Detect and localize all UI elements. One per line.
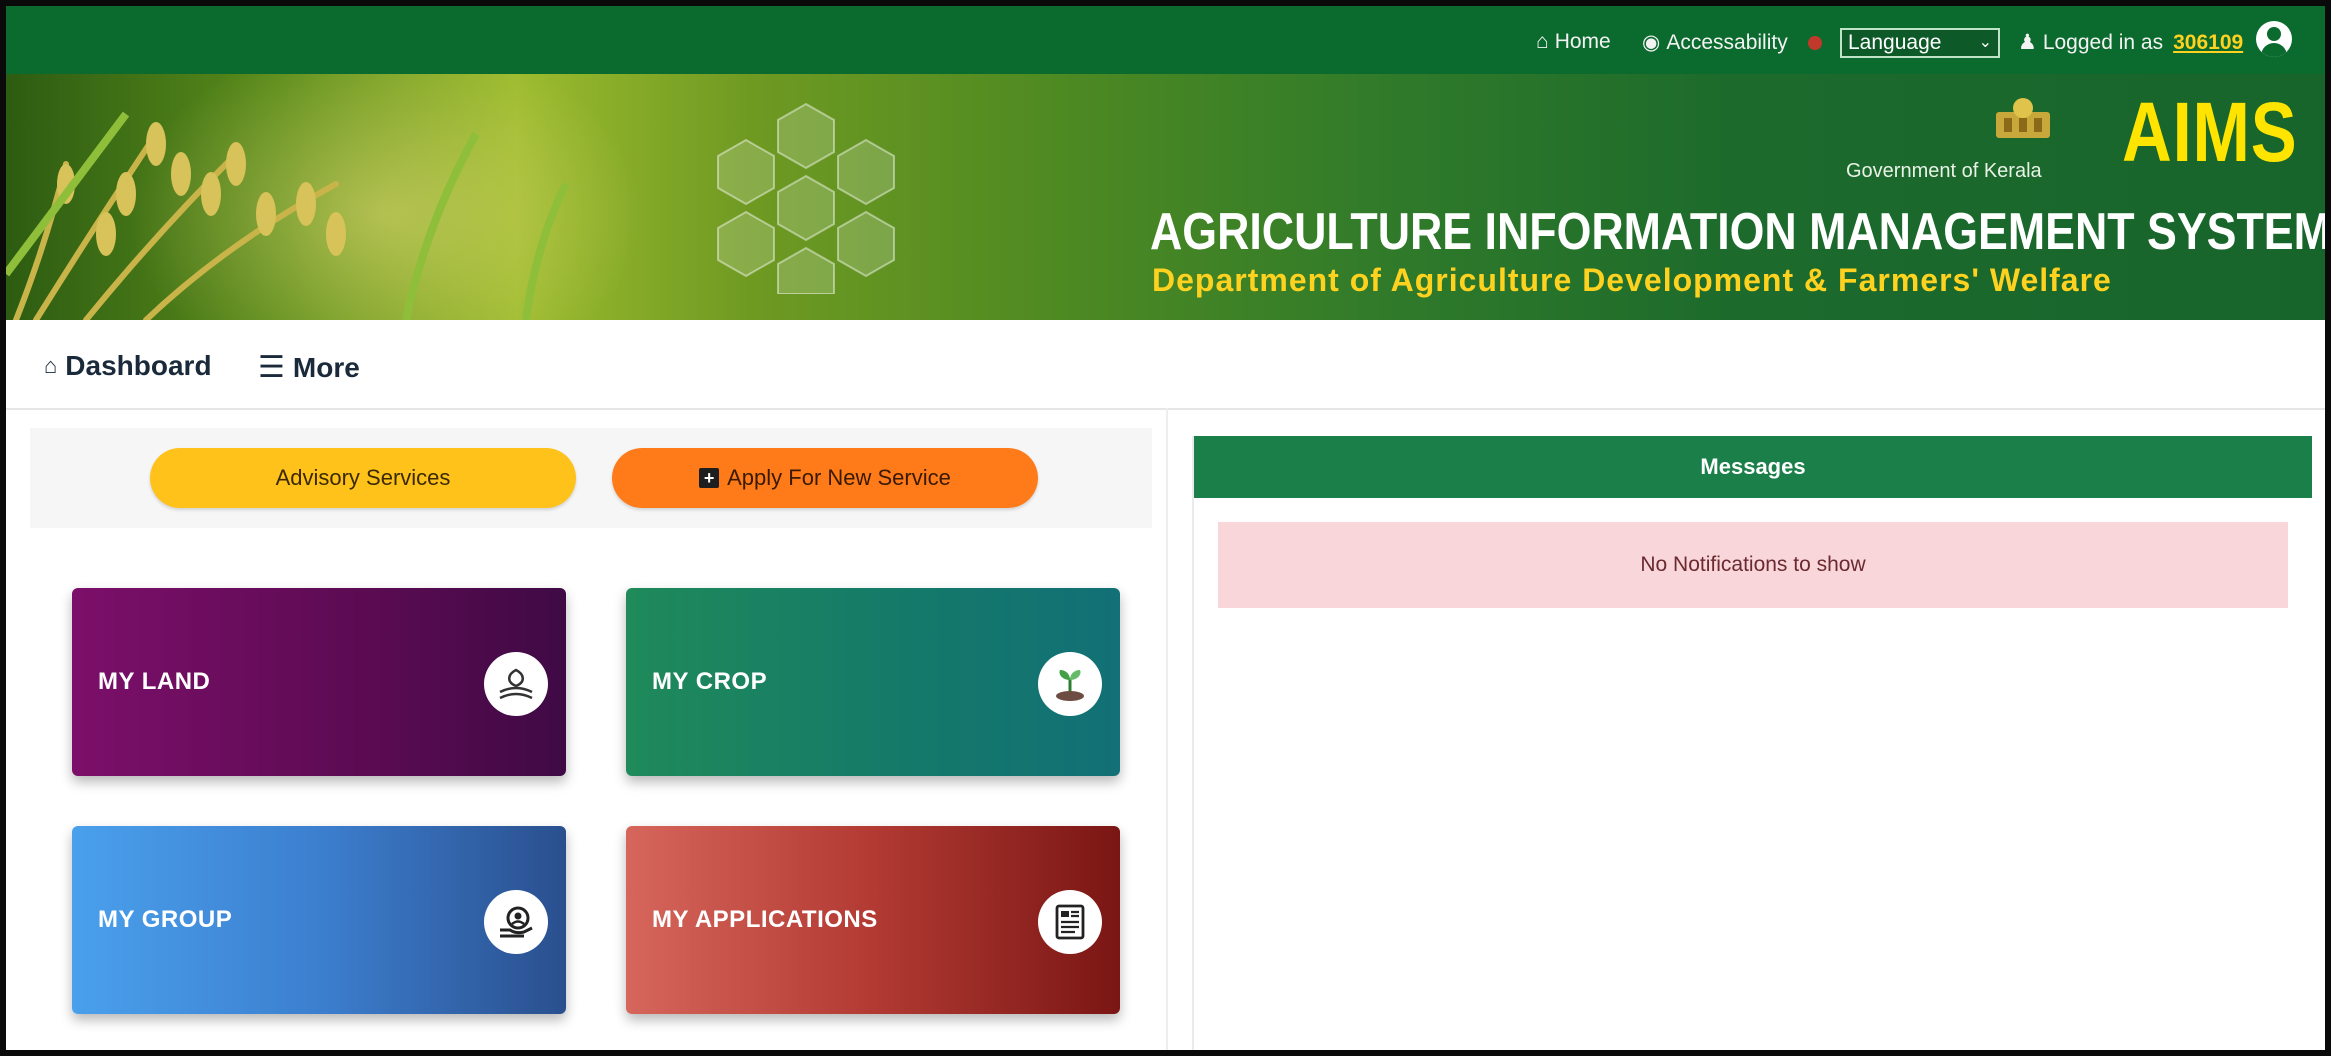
my-crop-label: MY CROP (652, 668, 768, 695)
system-title: AGRICULTURE INFORMATION MANAGEMENT SYSTE… (1150, 203, 2325, 261)
user-icon: ♟ (2018, 31, 2037, 54)
nav-more[interactable]: ☰ More (258, 350, 360, 385)
plus-square-icon: + (699, 468, 720, 488)
apply-new-service-label: Apply For New Service (727, 465, 951, 490)
messages-panel: Messages No Notifications to show (1192, 436, 2312, 1050)
aims-logo-text: AIMS (2122, 85, 2298, 179)
accessibility-link[interactable]: ◉ Accessability (1642, 30, 1788, 55)
group-hand-icon (484, 890, 548, 954)
user-id-link[interactable]: 306109 (2173, 31, 2243, 55)
rice-plant-graphic (6, 111, 570, 320)
my-land-card[interactable]: MY LAND (72, 588, 566, 776)
services-panel: Advisory Services + Apply For New Servic… (30, 428, 1152, 1050)
panel-divider (1166, 408, 1168, 1050)
document-icon (1038, 890, 1102, 954)
my-applications-label: MY APPLICATIONS (652, 906, 878, 933)
government-label: Government of Kerala (1846, 160, 2042, 182)
accessibility-label: Accessability (1666, 30, 1788, 54)
home-link[interactable]: ⌂ Home (1536, 30, 1611, 54)
my-group-label: MY GROUP (98, 906, 233, 933)
language-select[interactable]: Language ⌄ (1840, 28, 2000, 58)
empty-notifications-alert: No Notifications to show (1218, 522, 2288, 608)
agri-hexagon-icons (717, 102, 895, 294)
page-frame: ⌂ Home ◉ Accessability Language ⌄ ♟ Logg… (0, 0, 2331, 1056)
department-subtitle: Department of Agriculture Development & … (1152, 262, 2112, 298)
menu-icon: ☰ (258, 351, 285, 384)
language-select-value: Language (1848, 31, 1942, 54)
top-bar: ⌂ Home ◉ Accessability Language ⌄ ♟ Logg… (6, 6, 2325, 74)
land-icon (484, 652, 548, 716)
chevron-down-icon: ⌄ (1978, 34, 1992, 51)
nav-more-label: More (292, 351, 360, 383)
header-banner: Government of Kerala AIMS AGRICULTURE IN… (6, 74, 2325, 320)
apply-new-service-button[interactable]: + Apply For New Service (612, 448, 1038, 508)
logged-in-label: Logged in as (2042, 30, 2164, 54)
action-bar: Advisory Services + Apply For New Servic… (30, 428, 1152, 528)
home-icon: ⌂ (1536, 30, 1549, 53)
main-nav: ⌂ Dashboard ☰ More (6, 320, 2325, 410)
logged-in-info: ♟ Logged in as 306109 (2018, 30, 2243, 55)
my-land-label: MY LAND (98, 668, 211, 695)
kerala-emblem-icon (1996, 98, 2050, 138)
advisory-services-button[interactable]: Advisory Services (150, 448, 576, 508)
home-label: Home (1554, 30, 1611, 53)
my-crop-card[interactable]: MY CROP (626, 588, 1120, 776)
messages-header: Messages (1194, 436, 2312, 498)
profile-avatar-icon[interactable] (2256, 21, 2292, 57)
seedling-icon (1038, 652, 1102, 716)
my-applications-card[interactable]: MY APPLICATIONS (626, 826, 1120, 1014)
my-group-card[interactable]: MY GROUP (72, 826, 566, 1014)
home-icon: ⌂ (44, 353, 58, 378)
accessibility-icon: ◉ (1642, 31, 1661, 54)
nav-dashboard-label: Dashboard (65, 350, 212, 381)
status-dot-icon (1808, 36, 1822, 50)
advisory-services-label: Advisory Services (275, 465, 451, 490)
nav-dashboard[interactable]: ⌂ Dashboard (44, 350, 212, 382)
